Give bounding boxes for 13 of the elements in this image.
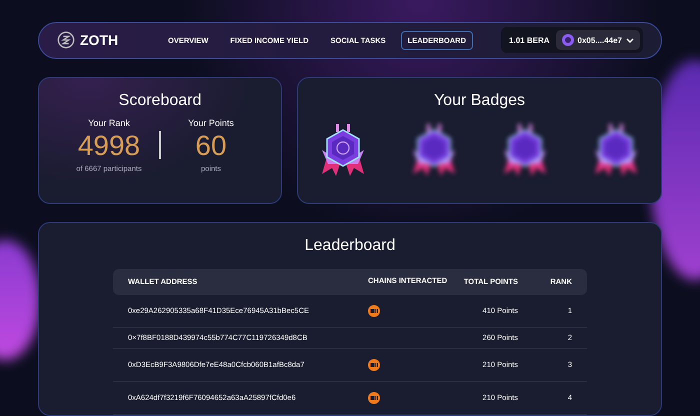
points-value: 60 (195, 130, 227, 162)
points-label: Your Points (188, 118, 234, 128)
balance-text: 1.01 BERA (509, 36, 550, 45)
rank-label: Your Rank (88, 118, 130, 128)
card-title: Leaderboard (304, 236, 396, 255)
logo-icon (57, 31, 75, 50)
card-title: Your Badges (432, 92, 526, 110)
rank-value: 4998 (78, 130, 140, 162)
logo-text: ZOTH (80, 32, 118, 48)
card-title: Scoreboard (118, 92, 202, 110)
avatar-icon (562, 34, 574, 46)
chevron-down-icon (626, 38, 634, 43)
wallet-button[interactable]: 0x05....44e7 (556, 30, 640, 50)
